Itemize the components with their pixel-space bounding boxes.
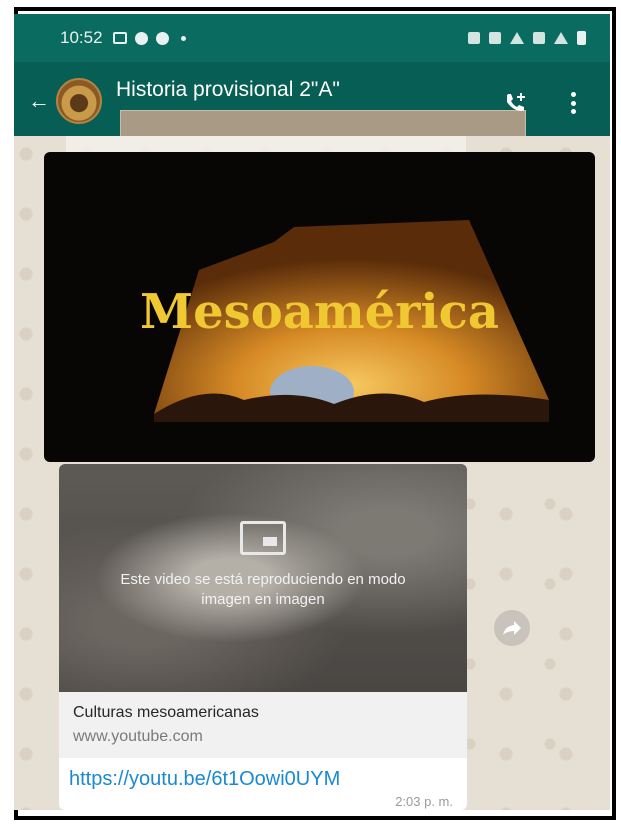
chat-header: ← Historia provisional 2"A" [14,62,610,140]
link-preview[interactable]: Culturas mesoamericanas www.youtube.com [59,692,467,758]
more-notifications-icon [180,35,186,41]
video-thumbnail[interactable]: Este video se está reproduciendo en modo… [59,464,467,692]
system-icons [468,31,586,45]
pip-message: Este video se está reproduciendo en modo… [120,571,406,608]
status-time: 10:52 [60,28,103,47]
phone-screen: 10:52 ← Historia provisional 2"A" Mesoam… [14,14,610,810]
forward-button[interactable] [494,610,530,646]
overflow-menu-icon[interactable] [570,92,576,114]
message-time: 2:03 p. m. [395,794,453,809]
video-message[interactable]: Este video se está reproduciendo en modo… [59,464,467,810]
status-bar: 10:52 [14,14,610,62]
link-preview-domain: www.youtube.com [73,728,203,745]
mute-icon [489,32,501,44]
add-call-icon[interactable] [502,90,528,116]
data-icon [533,32,545,44]
notification-icons [112,31,186,45]
back-arrow-icon[interactable]: ← [28,90,50,112]
picture-in-picture-icon [240,521,286,555]
hero-title: Mesoamérica [140,284,499,340]
link-preview-title: Culturas mesoamericanas [73,704,259,721]
alarm-icon [468,32,480,44]
chat-title[interactable]: Historia provisional 2"A" [116,78,340,102]
notification-icon [134,31,148,45]
group-avatar[interactable] [56,78,102,124]
forward-icon [503,621,521,635]
wifi-icon [510,32,524,44]
signal-icon [554,32,568,44]
notification-icon [155,31,169,45]
message-link[interactable]: https://youtu.be/6t1Oowi0UYM [69,768,340,791]
gallery-icon [112,32,127,44]
shared-image[interactable]: Mesoamérica [44,152,595,462]
battery-icon [577,31,586,45]
